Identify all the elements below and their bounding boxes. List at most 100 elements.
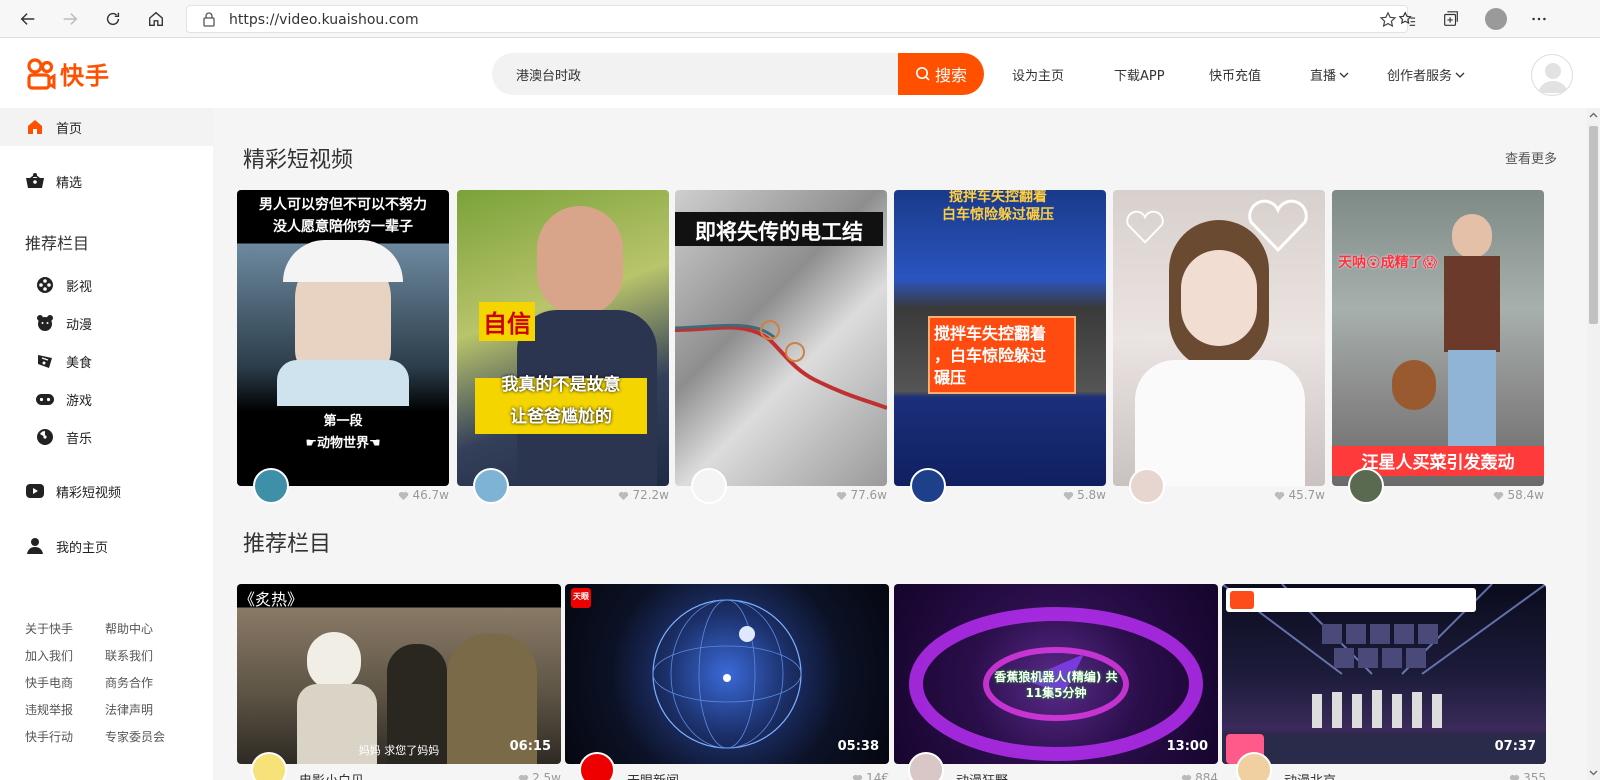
logo-mark-icon [27,57,56,90]
nav-creator-services[interactable]: 创作者服务 [1387,65,1465,84]
scrollbar-thumb[interactable] [1589,126,1598,324]
see-more-link[interactable]: 查看更多 [1505,148,1557,167]
author-avatar[interactable] [1129,468,1165,504]
recommend-video-card[interactable]: 天眼 05:38 天眼新闻 14€ [565,584,889,780]
overlay-text: 碾压 [934,368,967,387]
film-reel-icon [35,275,55,295]
sidebar-item-music[interactable]: 音乐 [0,418,213,456]
recommend-video-card[interactable]: 香蕉狼机器人(精编) 共 11集5分钟 13:00 动漫狂野 884 [894,584,1218,780]
footer-link[interactable]: 法律声明 [105,701,185,718]
search-input[interactable] [492,53,902,95]
video-thumbnail[interactable]: 男人可以穷但不可以不努力 没人愿意陪你穷一辈子 第一段 ☛动物世界☚ [237,190,449,486]
video-thumbnail[interactable]: 自信 我真的不是故意 让爸爸尴尬的 [457,190,669,486]
page-scrollbar[interactable] [1587,108,1600,780]
video-thumbnail[interactable]: 香蕉狼机器人(精编) 共 11集5分钟 13:00 [894,584,1218,764]
video-thumbnail[interactable]: 《炙热》 妈妈 求您了妈妈 06:15 [237,584,561,764]
sidebar-item-film[interactable]: 影视 [0,266,213,304]
video-thumbnail[interactable]: 搅拌车失控翻着 白车惊险躲过碾压 搅拌车失控翻着 ，白车惊险躲过 碾压 [894,190,1106,486]
sidebar-item-label: 动漫 [66,317,93,333]
recommend-video-card[interactable]: 《炙热》 妈妈 求您了妈妈 06:15 电影小白贝 2.5w [237,584,561,780]
author-avatar[interactable] [1236,752,1272,780]
like-count: 355 [1509,771,1546,780]
author-name[interactable]: 动漫狂野 [956,770,1008,780]
main-content: 精彩短视频 查看更多 男人可以穷但不可以不努力 没人愿意陪你穷一辈子 第一段 ☛… [213,108,1587,780]
author-avatar[interactable] [908,752,944,780]
address-bar[interactable]: https://video.kuaishou.com [186,5,1408,33]
footer-link[interactable]: 快手电商 [25,674,105,691]
sidebar-item-short-videos[interactable]: 精彩短视频 [0,472,213,510]
video-thumbnail[interactable] [1113,190,1325,486]
like-count: 58.4w [1493,488,1544,502]
video-thumbnail[interactable]: 即将失传的电工结 [675,190,887,486]
author-avatar[interactable] [253,468,289,504]
footer-link[interactable]: 联系我们 [105,647,185,664]
sidebar-item-label: 游戏 [66,393,93,409]
overlay-text: 搅拌车失控翻着 [934,324,1047,343]
author-avatar[interactable] [473,468,509,504]
back-icon[interactable] [15,6,41,32]
footer-link[interactable]: 快手行动 [25,728,105,745]
short-video-card[interactable]: 男人可以穷但不可以不努力 没人愿意陪你穷一辈子 第一段 ☛动物世界☚ 46.7w [237,190,449,504]
author-name[interactable]: 电影小白贝 [299,770,364,780]
favorites-icon[interactable] [1395,7,1419,31]
heart-icon [1063,491,1074,500]
sidebar-item-home[interactable]: 首页 [0,108,213,146]
video-duration: 05:38 [837,739,879,754]
video-thumbnail[interactable]: 天呐😮成精了😱 汪星人买菜引发轰动 [1332,190,1544,486]
footer-link[interactable]: 加入我们 [25,647,105,664]
scroll-up-icon[interactable] [1589,111,1598,120]
lock-icon [203,12,215,27]
search-icon [915,67,930,81]
sidebar-item-my-page[interactable]: 我的主页 [0,527,213,565]
overlay-text: 自信 [479,302,535,341]
profile-icon[interactable] [1484,7,1508,31]
sidebar-item-food[interactable]: 美食 [0,342,213,380]
nav-live[interactable]: 直播 [1310,65,1349,84]
sidebar-item-anime[interactable]: 动漫 [0,304,213,342]
more-menu-icon[interactable] [1527,7,1551,31]
scroll-down-icon[interactable] [1589,768,1598,777]
forward-icon[interactable] [57,6,83,32]
short-video-card[interactable]: 自信 我真的不是故意 让爸爸尴尬的 72.2w [457,190,669,504]
collections-icon[interactable] [1439,7,1463,31]
author-avatar[interactable] [251,752,287,780]
like-count: 77.6w [836,488,887,502]
author-name[interactable]: 天眼新闻 [627,770,679,780]
user-avatar[interactable] [1531,54,1573,96]
home-icon[interactable] [143,6,169,32]
short-video-card[interactable]: 45.7w [1113,190,1325,504]
refresh-icon[interactable] [100,6,126,32]
short-video-card[interactable]: 搅拌车失控翻着 白车惊险躲过碾压 搅拌车失控翻着 ，白车惊险躲过 碾压 5.8w [894,190,1106,504]
author-avatar[interactable] [579,752,615,780]
author-avatar[interactable] [691,468,727,504]
sidebar-item-label: 音乐 [66,431,93,447]
sidebar-item-featured[interactable]: 精选 [0,162,213,200]
search-button[interactable]: 搜索 [898,53,984,95]
nav-label: 快币充值 [1209,69,1262,84]
nav-download-app[interactable]: 下载APP [1114,65,1165,84]
like-count: 45.7w [1274,488,1325,502]
nav-set-homepage[interactable]: 设为主页 [1012,65,1064,84]
like-count: 884 [1181,771,1218,780]
sidebar-item-games[interactable]: 游戏 [0,380,213,418]
author-avatar[interactable] [1348,468,1384,504]
footer-link[interactable]: 关于快手 [25,620,105,637]
footer-link[interactable]: 违规举报 [25,701,105,718]
sidebar-item-label: 精彩短视频 [56,485,122,501]
nav-recharge[interactable]: 快币充值 [1209,65,1261,84]
footer-link[interactable]: 帮助中心 [105,620,185,637]
footer-link[interactable]: 专家委员会 [105,728,185,745]
short-video-card[interactable]: 即将失传的电工结 77.6w [675,190,887,504]
sidebar-item-label: 影视 [66,279,93,295]
author-avatar[interactable] [910,468,946,504]
search-bar: 搜索 [492,53,984,95]
short-video-card[interactable]: 天呐😮成精了😱 汪星人买菜引发轰动 58.4w [1332,190,1544,504]
video-thumbnail[interactable]: 天眼 05:38 [565,584,889,764]
like-count: 2.5w [518,771,561,780]
video-thumbnail[interactable]: 07:37 [1222,584,1546,764]
kuaishou-logo[interactable]: 快手 [26,56,110,91]
overlay-text: 男人可以穷但不可以不努力 [259,197,427,213]
recommend-video-card[interactable]: 07:37 动漫北京 355 [1222,584,1546,780]
author-name[interactable]: 动漫北京 [1284,770,1336,780]
footer-link[interactable]: 商务合作 [105,674,185,691]
